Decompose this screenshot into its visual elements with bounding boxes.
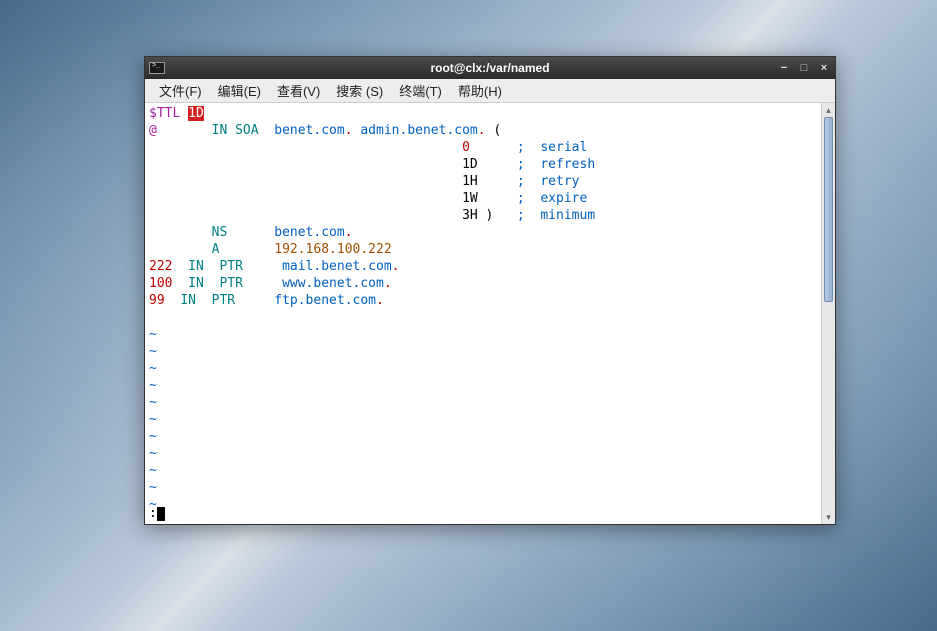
empty-line: ~ [149,361,157,376]
ptr-num: 99 [149,293,172,308]
dot: . [384,276,392,291]
ptr1-value: mail.benet.com [282,259,392,274]
dot: . [392,259,400,274]
empty-line: ~ [149,412,157,427]
menu-help[interactable]: 帮助(H) [450,79,510,102]
empty-line: ~ [149,429,157,444]
type-soa: SOA [235,123,258,138]
empty-line: ~ [149,344,157,359]
type-ptr: PTR [219,259,242,274]
refresh-comment: ; refresh [517,157,595,172]
maximize-button[interactable]: □ [797,61,811,75]
soa-master: benet.com [274,123,344,138]
retry-comment: ; retry [517,174,580,189]
terminal-body: $TTL 1D @ IN SOA benet.com. admin.benet.… [145,103,835,524]
serial-value: 0 [462,140,478,155]
type-a: A [212,242,220,257]
dot: . [376,293,384,308]
command-prompt: : [149,506,157,521]
menu-file[interactable]: 文件(F) [151,79,210,102]
type-ns: NS [212,225,228,240]
scroll-down-icon[interactable]: ▾ [822,510,835,524]
empty-line: ~ [149,480,157,495]
minimum-comment: ; minimum [517,208,595,223]
cursor [157,507,165,521]
scroll-up-icon[interactable]: ▴ [822,103,835,117]
type-ptr: PTR [212,293,235,308]
empty-line: ~ [149,378,157,393]
titlebar[interactable]: root@clx:/var/named − □ × [145,57,835,79]
ns-value: benet.com [274,225,344,240]
empty-line: ~ [149,463,157,478]
soa-admin: admin.benet.com [360,123,477,138]
dot: . [478,123,486,138]
empty-line: ~ [149,395,157,410]
window-title: root@clx:/var/named [145,61,835,75]
menubar: 文件(F) 编辑(E) 查看(V) 搜索 (S) 终端(T) 帮助(H) [145,79,835,103]
refresh-value: 1D [462,157,478,172]
a-value: 192.168.100.222 [274,242,391,257]
class-in: IN [180,293,196,308]
ptr-num: 100 [149,276,172,291]
scrollbar[interactable]: ▴ ▾ [821,103,835,524]
menu-search[interactable]: 搜索 (S) [328,79,391,102]
class-in: IN [212,123,228,138]
status-line: : [149,505,165,522]
class-in: IN [188,259,204,274]
editor-content[interactable]: $TTL 1D @ IN SOA benet.com. admin.benet.… [145,103,821,524]
open-paren: ( [486,123,502,138]
ptr2-value: www.benet.com [282,276,384,291]
window-controls: − □ × [777,61,831,75]
ttl-value: 1D [188,106,204,121]
type-ptr: PTR [219,276,242,291]
scrollbar-thumb[interactable] [824,117,833,302]
ptr3-value: ftp.benet.com [274,293,376,308]
origin-at: @ [149,123,157,138]
menu-terminal[interactable]: 终端(T) [391,79,450,102]
serial-comment: ; serial [517,140,587,155]
expire-comment: ; expire [517,191,587,206]
ttl-directive: $TTL [149,106,188,121]
expire-value: 1W [462,191,478,206]
empty-line: ~ [149,446,157,461]
terminal-window: root@clx:/var/named − □ × 文件(F) 编辑(E) 查看… [144,56,836,525]
menu-view[interactable]: 查看(V) [269,79,328,102]
class-in: IN [188,276,204,291]
dot: . [345,225,353,240]
ptr-num: 222 [149,259,172,274]
close-paren: ) [478,208,517,223]
minimize-button[interactable]: − [777,61,791,75]
empty-line: ~ [149,327,157,342]
retry-value: 1H [462,174,478,189]
menu-edit[interactable]: 编辑(E) [210,79,269,102]
minimum-value: 3H [462,208,478,223]
close-button[interactable]: × [817,61,831,75]
dot: . [345,123,353,138]
